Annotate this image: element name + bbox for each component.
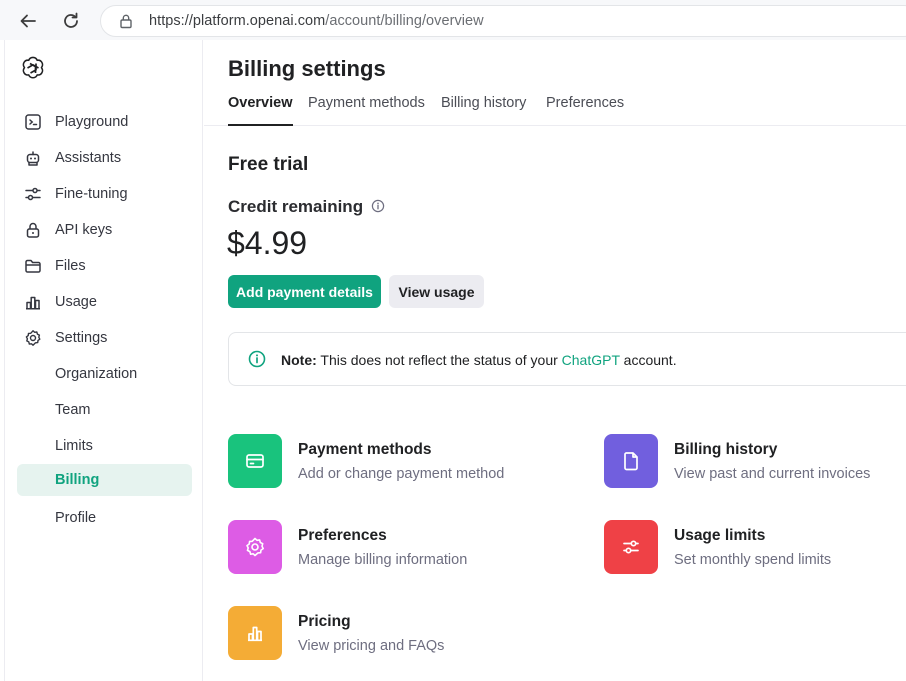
card-description: Manage billing information [298,552,468,568]
tab-preferences[interactable]: Preferences [546,95,624,126]
card-payment-methods[interactable]: Payment methods Add or change payment me… [228,434,558,494]
app-frame: Playground Assistants Fine-tuning API ke… [0,40,906,681]
view-usage-button[interactable]: View usage [389,275,484,308]
url-path: /account/billing/overview [325,13,484,29]
lock-icon [26,222,40,238]
tab-bar: Overview Payment methods Billing history… [204,84,906,126]
sidebar-subitem-team[interactable]: Team [17,394,192,426]
sidebar-item-files[interactable]: Files [17,250,192,282]
sidebar-item-label: Team [55,402,91,418]
sidebar-item-fine-tuning[interactable]: Fine-tuning [17,178,192,210]
chatgpt-link[interactable]: ChatGPT [562,352,620,368]
sidebar-item-label: Organization [55,366,138,382]
sidebar-item-label: Settings [55,330,108,346]
browser-toolbar: https://platform.openai.com/account/bill… [0,0,906,40]
card-title: Pricing [298,613,351,630]
bar-chart-icon [26,296,40,310]
sidebar-subitem-limits[interactable]: Limits [17,430,192,462]
back-button[interactable] [15,8,41,34]
document-icon [624,452,638,471]
sidebar-subitem-organization[interactable]: Organization [17,358,192,390]
sidebar-item-playground[interactable]: Playground [17,106,192,138]
main-content: Billing settings Overview Payment method… [204,40,906,681]
card-title: Usage limits [674,527,766,544]
card-billing-history[interactable]: Billing history View past and current in… [604,434,906,494]
gear-icon [25,330,41,346]
tab-payment-methods[interactable]: Payment methods [308,95,425,126]
sidebar-item-assistants[interactable]: Assistants [17,142,192,174]
card-description: Set monthly spend limits [674,552,832,568]
reload-icon [64,12,78,28]
card-description: Add or change payment method [298,466,505,482]
page-title: Billing settings [228,56,386,81]
sliders-icon [25,187,41,201]
card-title: Billing history [674,441,778,458]
card-tile [228,434,282,488]
terminal-icon [25,114,41,130]
add-payment-details-button[interactable]: Add payment details [228,275,381,308]
card-preferences[interactable]: Preferences Manage billing information [228,520,558,580]
url-host: https://platform.openai.com [149,13,326,29]
sidebar-item-label: Limits [55,438,93,454]
card-description: View pricing and FAQs [298,638,445,654]
note-prefix: Note: [281,352,317,368]
openai-logo-icon[interactable] [20,55,46,81]
card-title: Preferences [298,527,387,544]
note-body-1: This does not reflect the status of your [316,352,562,368]
info-icon[interactable] [371,199,385,213]
sidebar-item-label: Playground [55,114,129,130]
tab-overview[interactable]: Overview [228,95,293,126]
folder-icon [25,259,41,273]
credit-label: Credit remaining [228,197,364,216]
sidebar-item-label: Usage [55,294,97,310]
card-title: Payment methods [298,441,432,458]
credit-card-icon [246,454,264,468]
lock-icon [120,14,132,29]
note-body-2: account. [619,352,677,368]
sidebar-item-label: Assistants [55,150,122,166]
info-circle-icon [248,350,266,368]
bar-chart-icon [248,626,262,642]
arrow-left-icon [20,14,36,28]
card-tile [228,520,282,574]
sidebar: Playground Assistants Fine-tuning API ke… [4,40,203,681]
url-text: https://platform.openai.com/account/bill… [149,13,484,29]
card-tile [604,520,658,574]
card-description: View past and current invoices [674,466,871,482]
reload-button[interactable] [58,8,84,34]
gear-icon [246,537,264,557]
card-pricing[interactable]: Pricing View pricing and FAQs [228,606,558,666]
tab-billing-history[interactable]: Billing history [441,95,526,126]
note-text: Note: This does not reflect the status o… [281,352,677,368]
sidebar-item-label: Billing [55,472,100,488]
address-bar[interactable]: https://platform.openai.com/account/bill… [100,5,906,37]
sidebar-subitem-billing[interactable]: Billing [17,464,192,496]
sidebar-item-label: Fine-tuning [55,186,128,202]
note-banner: Note: This does not reflect the status o… [228,332,906,386]
card-tile [228,606,282,660]
sidebar-item-api-keys[interactable]: API keys [17,214,192,246]
sidebar-item-label: API keys [55,222,113,238]
sliders-icon [623,540,639,554]
sidebar-item-usage[interactable]: Usage [17,286,192,318]
card-usage-limits[interactable]: Usage limits Set monthly spend limits [604,520,906,580]
card-tile [604,434,658,488]
sidebar-item-settings[interactable]: Settings [17,322,192,354]
robot-icon [26,151,40,166]
credit-value: $4.99 [227,225,308,261]
section-title: Free trial [228,154,309,175]
sidebar-subitem-profile[interactable]: Profile [17,502,192,534]
sidebar-item-label: Files [55,258,86,274]
sidebar-item-label: Profile [55,510,97,526]
